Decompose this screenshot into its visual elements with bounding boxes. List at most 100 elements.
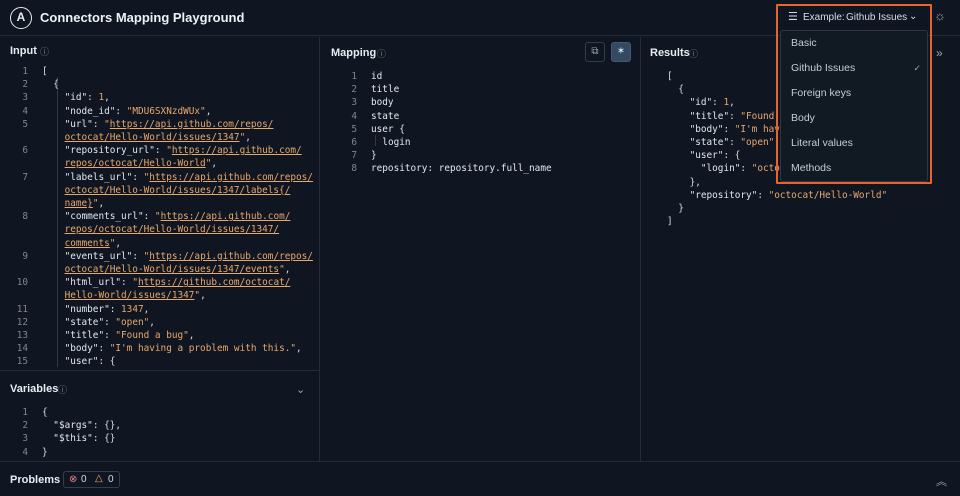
code-line: repos/octocat/Hello-World",: [0, 157, 313, 170]
line-number: 4: [22, 105, 28, 117]
results-panel-title: Results: [650, 47, 690, 59]
line-number: 10: [16, 277, 28, 289]
dropdown-item-basic[interactable]: Basic: [781, 31, 927, 56]
dropdown-item-github-issues[interactable]: Github Issues ✓: [781, 56, 927, 81]
dropdown-item-label: Body: [791, 112, 815, 124]
mapping-panel-title: Mapping: [331, 47, 377, 59]
code-line: 3 body: [329, 96, 552, 109]
variables-editor[interactable]: 1 {2 "$args": {}, 3 "$this": {} 4}: [0, 406, 121, 459]
info-icon[interactable]: ⓘ: [40, 45, 49, 58]
example-label: Example:: [803, 12, 845, 23]
problems-title: Problems: [10, 474, 61, 486]
dropdown-item-label: Methods: [791, 162, 832, 174]
code-text: "repository_url": "https://api.github.co…: [64, 145, 302, 157]
variables-panel-title: Variables: [10, 383, 59, 395]
info-icon[interactable]: ⓘ: [377, 47, 386, 60]
code-line: 5 "url": "https://api.github.com/repos/: [0, 118, 313, 131]
input-panel-title: Input: [10, 45, 37, 57]
input-editor[interactable]: 1[2 {3 "id": 1, 4 "node_id": "MDU6SXNzdWU…: [0, 65, 313, 369]
code-line: 5 user {: [329, 123, 552, 136]
info-icon[interactable]: ⓘ: [689, 47, 698, 60]
mapping-editor[interactable]: 1 id 2 title 3 body 4 state 5 user {6 login 7} 8 rep…: [329, 70, 552, 176]
warning-icon: △: [95, 473, 103, 484]
code-text: "repository": "octocat/Hello-World": [689, 189, 888, 201]
line-number: 3: [22, 92, 28, 104]
code-line: 3 "$this": {}: [0, 432, 121, 445]
line-number: 11: [16, 303, 28, 315]
code-line: 8 repository: repository.full_name: [329, 162, 552, 175]
expand-panel-icon[interactable]: »: [936, 46, 943, 60]
code-text: },: [689, 176, 701, 188]
code-text: Hello-World/issues/1347",: [64, 290, 206, 302]
code-text: user {: [371, 123, 405, 135]
line-number: 2: [351, 84, 357, 96]
code-line: 3 "id": 1,: [0, 91, 313, 104]
code-text: [: [42, 66, 48, 77]
code-line: "repository": "octocat/Hello-World": [625, 189, 927, 202]
mapping-panel: Mapping ⓘ ⧉ ✶ 1 id 2 title 3 body 4 state 5 user …: [321, 37, 641, 461]
line-number: 3: [22, 433, 28, 445]
code-line: 7}: [329, 149, 552, 162]
input-panel: Input ⓘ 1[2 {3 "id": 1, 4 "node_id": "MDU…: [0, 37, 320, 370]
code-line: 10 "html_url": "https://github.com/octoc…: [0, 276, 313, 289]
code-text: repository: repository.full_name: [371, 163, 552, 175]
code-line: 4 "node_id": "MDU6SXNzdWUx",: [0, 105, 313, 118]
dropdown-item-methods[interactable]: Methods: [781, 156, 927, 181]
dropdown-item-body[interactable]: Body: [781, 106, 927, 131]
line-number: 1: [22, 407, 28, 418]
code-text: octocat/Hello-World/issues/1347/labels{/: [64, 184, 291, 196]
sun-icon[interactable]: ☼: [934, 8, 946, 23]
code-line: 1 id: [329, 70, 552, 83]
example-select-button[interactable]: ☰ Example: Github Issues ⌄: [781, 8, 927, 28]
line-number: 9: [22, 250, 28, 262]
code-text: state: [371, 110, 400, 122]
line-number: 2: [22, 79, 28, 91]
code-text: title: [371, 84, 400, 96]
error-icon: ⊗: [69, 474, 78, 485]
code-text: }: [371, 150, 377, 162]
code-text: comments",: [64, 237, 122, 249]
code-line: 4}: [0, 446, 121, 459]
code-text: {: [42, 407, 48, 418]
code-text: {: [678, 84, 684, 96]
error-count: 0: [81, 474, 87, 485]
variables-panel: Variables ⓘ ⌄ 1 {2 "$args": {}, 3 "$this":…: [0, 370, 320, 461]
collapse-icon[interactable]: ⌄: [296, 383, 305, 396]
dropdown-item-literal-values[interactable]: Literal values: [781, 131, 927, 156]
code-line: 4 state: [329, 110, 552, 123]
line-number: 1: [351, 71, 357, 82]
code-line: 2 "$args": {},: [0, 419, 121, 432]
code-line: 15 "user": {: [0, 355, 313, 368]
code-text: id: [371, 71, 383, 82]
magic-format-icon[interactable]: ✶: [611, 42, 631, 62]
problems-badge[interactable]: ⊗ 0 △ 0: [63, 471, 120, 488]
code-text: {: [53, 79, 59, 91]
code-line: 1[: [0, 65, 313, 78]
chevron-up-icon[interactable]: ︽: [936, 473, 947, 489]
dropdown-item-foreign-keys[interactable]: Foreign keys: [781, 81, 927, 106]
code-text: "comments_url": "https://api.github.com/: [64, 211, 291, 223]
example-dropdown-menu: Basic Github Issues ✓ Foreign keys Body Liter…: [780, 30, 928, 182]
line-number: 5: [351, 123, 357, 135]
code-line: 7 "labels_url": "https://api.github.com/…: [0, 171, 313, 184]
line-number: 7: [351, 150, 357, 162]
chevron-down-icon: ⌄: [909, 11, 918, 22]
info-icon[interactable]: ⓘ: [58, 383, 67, 396]
code-line: 6 login: [329, 136, 552, 149]
list-icon: ☰: [788, 11, 798, 23]
apollo-logo-icon: A: [10, 7, 32, 29]
code-line: 9 "events_url": "https://api.github.com/…: [0, 250, 313, 263]
copy-icon[interactable]: ⧉: [585, 42, 605, 62]
code-line: 6 "repository_url": "https://api.github.…: [0, 144, 313, 157]
code-line: 12 "state": "open",: [0, 316, 313, 329]
line-number: 7: [22, 171, 28, 183]
code-line: 13 "title": "Found a bug",: [0, 329, 313, 342]
line-number: 4: [351, 110, 357, 122]
line-number: 14: [16, 343, 28, 355]
code-line: Hello-World/issues/1347",: [0, 289, 313, 302]
code-text: "url": "https://api.github.com/repos/: [64, 118, 274, 130]
code-line: ]: [625, 215, 927, 228]
dropdown-item-label: Basic: [791, 37, 817, 49]
code-text: "state": "open",: [64, 316, 155, 328]
line-number: 15: [16, 356, 28, 368]
